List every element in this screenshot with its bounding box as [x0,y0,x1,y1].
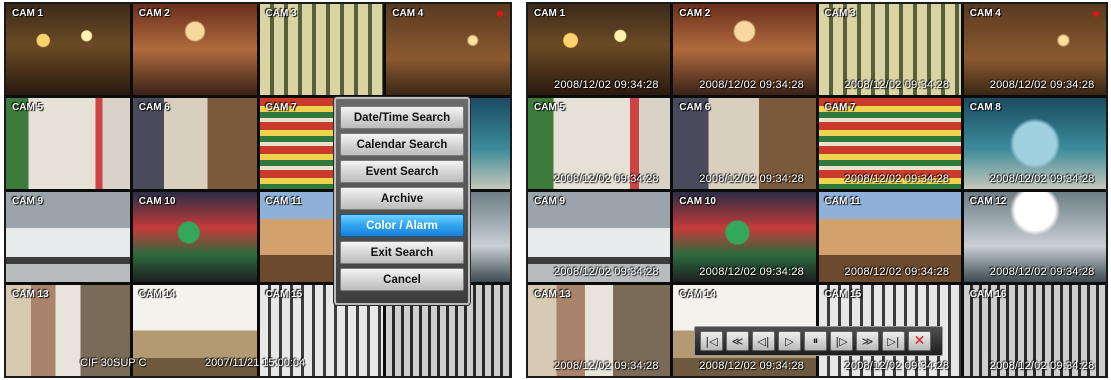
camera-tile[interactable]: CAM 12 2008/12/02 09:34:28 [963,191,1106,283]
step-forward-icon[interactable]: |▷ [830,331,853,351]
camera-label: CAM 12 [969,195,1007,207]
camera-label: CAM 6 [679,101,711,113]
camera-timestamp: 2008/12/02 09:34:28 [699,78,804,91]
step-back-icon[interactable]: ◁| [752,331,775,351]
camera-label: CAM 4 [969,8,1001,19]
camera-tile[interactable]: CAM 9 [6,191,130,283]
skip-to-start-icon[interactable]: |◁ [700,331,723,351]
camera-timestamp: 2008/12/02 09:34:28 [554,266,659,279]
camera-tile[interactable]: CAM 7 2008/12/02 09:34:28 [818,97,961,189]
camera-tile[interactable]: CAM 10 2008/12/02 09:34:28 [673,191,816,283]
date-time-search-button[interactable]: Date/Time Search [340,106,464,129]
archive-button[interactable]: Archive [340,187,464,210]
overlay-timestamp: 2007/11/21 15:00:04 [205,357,306,369]
camera-tile[interactable]: CAM 6 [132,97,257,189]
camera-timestamp: 2008/12/02 09:34:28 [844,172,950,185]
camera-label: CAM 13 [12,289,49,301]
camera-tile[interactable]: CAM 10 [132,191,257,283]
camera-label: CAM 1 [534,8,566,19]
camera-label: CAM 14 [138,289,176,301]
camera-tile[interactable]: CAM 4 [386,4,510,95]
fast-rewind-icon[interactable]: ≪ [726,331,749,351]
camera-label: CAM 3 [824,8,856,19]
camera-tile[interactable]: CAM 3 [259,4,384,95]
camera-label: CAM 11 [824,195,861,207]
camera-timestamp: 2008/12/02 09:34:28 [989,78,1095,91]
camera-timestamp: 2008/12/02 09:34:28 [989,360,1095,372]
camera-label: CAM 5 [12,101,44,113]
record-indicator-icon [497,11,503,17]
camera-tile[interactable]: CAM 2 [132,4,257,95]
calendar-search-button[interactable]: Calendar Search [340,133,464,156]
camera-tile[interactable]: CAM 2 2008/12/02 09:34:28 [673,4,816,95]
camera-tile[interactable]: CAM 16 2008/12/02 09:34:28 [963,285,1106,376]
camera-label: CAM 13 [534,289,571,301]
camera-label: CAM 5 [534,101,566,113]
camera-label: CAM 11 [265,195,302,207]
camera-timestamp: 2008/12/02 09:34:28 [844,78,950,91]
camera-timestamp: 2008/12/02 09:34:28 [989,266,1095,279]
play-icon[interactable]: ▷ [778,331,801,351]
camera-label: CAM 2 [138,8,170,19]
color-alarm-button[interactable]: Color / Alarm [340,214,464,237]
camera-tile[interactable]: CAM 5 [6,97,130,189]
camera-tile[interactable]: CAM 9 2008/12/02 09:34:28 [528,191,671,283]
camera-timestamp: 2008/12/02 09:34:28 [554,172,659,185]
fast-forward-icon[interactable]: ≫ [856,331,879,351]
close-icon[interactable]: ✕ [908,331,931,351]
camera-timestamp: 2008/12/02 09:34:28 [699,360,804,372]
camera-tile[interactable]: CAM 13 2008/12/02 09:34:28 [528,285,671,376]
pause-icon[interactable]: ⏸ [804,331,827,351]
camera-label: CAM 6 [138,101,170,113]
right-camera-grid: CAM 1 2008/12/02 09:34:28 CAM 2 2008/12/02… [526,2,1108,378]
camera-tile[interactable]: CAM 1 2008/12/02 09:34:28 [528,4,671,95]
camera-label: CAM 1 [12,8,44,19]
camera-label: CAM 14 [679,289,716,301]
camera-label: CAM 15 [265,289,303,301]
camera-tile[interactable]: CAM 3 2008/12/02 09:34:28 [818,4,961,95]
camera-timestamp: 2008/12/02 09:34:28 [844,266,950,279]
camera-label: CAM 9 [12,195,44,207]
camera-tile[interactable]: CAM 6 2008/12/02 09:34:28 [673,97,816,189]
camera-label: CAM 8 [969,101,1001,113]
camera-tile[interactable]: CAM 8 2008/12/02 09:34:28 [963,97,1106,189]
camera-label: CAM 10 [138,195,176,207]
event-search-button[interactable]: Event Search [340,160,464,183]
camera-timestamp: 2008/12/02 09:34:28 [989,172,1095,185]
camera-tile[interactable]: CAM 11 2008/12/02 09:34:28 [818,191,961,283]
camera-label: CAM 16 [969,289,1007,301]
exit-search-button[interactable]: Exit Search [340,241,464,264]
cancel-button[interactable]: Cancel [340,268,464,291]
camera-label: CAM 3 [265,8,297,19]
camera-timestamp: 2008/12/02 09:34:28 [844,360,950,372]
camera-timestamp: 2008/12/02 09:34:28 [699,266,804,279]
skip-to-end-icon[interactable]: ▷| [882,331,905,351]
search-menu: Date/Time Search Calendar Search Event S… [334,97,470,305]
camera-tile[interactable]: CAM 1 [6,4,130,95]
camera-label: CAM 15 [824,289,862,301]
camera-timestamp: 2008/12/02 09:34:28 [554,78,659,91]
recording-status-text: CIF 30SUP C [80,357,147,369]
camera-label: CAM 7 [824,101,856,113]
camera-tile[interactable]: CAM 5 2008/12/02 09:34:28 [528,97,671,189]
camera-label: CAM 9 [534,195,566,207]
camera-label: CAM 4 [392,8,424,19]
record-indicator-icon [1093,11,1099,17]
camera-label: CAM 7 [265,101,297,113]
camera-timestamp: 2008/12/02 09:34:28 [554,360,659,372]
camera-label: CAM 10 [679,195,716,207]
camera-timestamp: 2008/12/02 09:34:28 [699,172,804,185]
camera-tile[interactable]: CAM 4 2008/12/02 09:34:28 [963,4,1106,95]
camera-label: CAM 2 [679,8,711,19]
playback-control-bar: |◁ ≪ ◁| ▷ ⏸ |▷ ≫ ▷| ✕ [694,326,943,356]
